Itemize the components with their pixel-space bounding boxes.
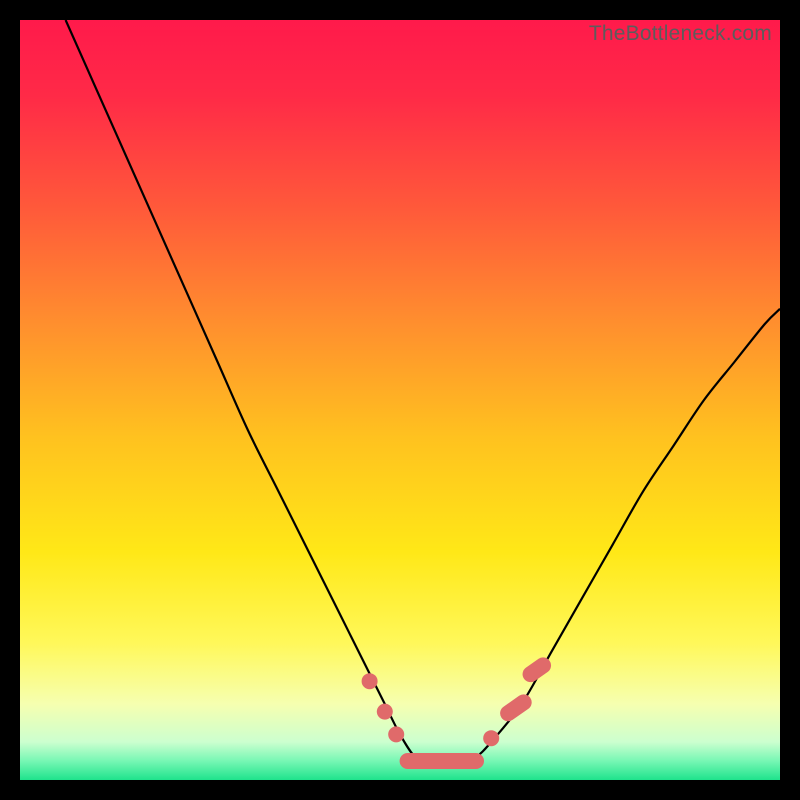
chart-frame: TheBottleneck.com <box>20 20 780 780</box>
gradient-background <box>20 20 780 780</box>
curve-marker-dot <box>483 730 499 746</box>
curve-marker-pill <box>400 753 484 769</box>
chart-plot <box>20 20 780 780</box>
curve-marker-dot <box>362 673 378 689</box>
watermark-text: TheBottleneck.com <box>589 22 772 46</box>
curve-marker-dot <box>388 726 404 742</box>
curve-marker-dot <box>377 704 393 720</box>
